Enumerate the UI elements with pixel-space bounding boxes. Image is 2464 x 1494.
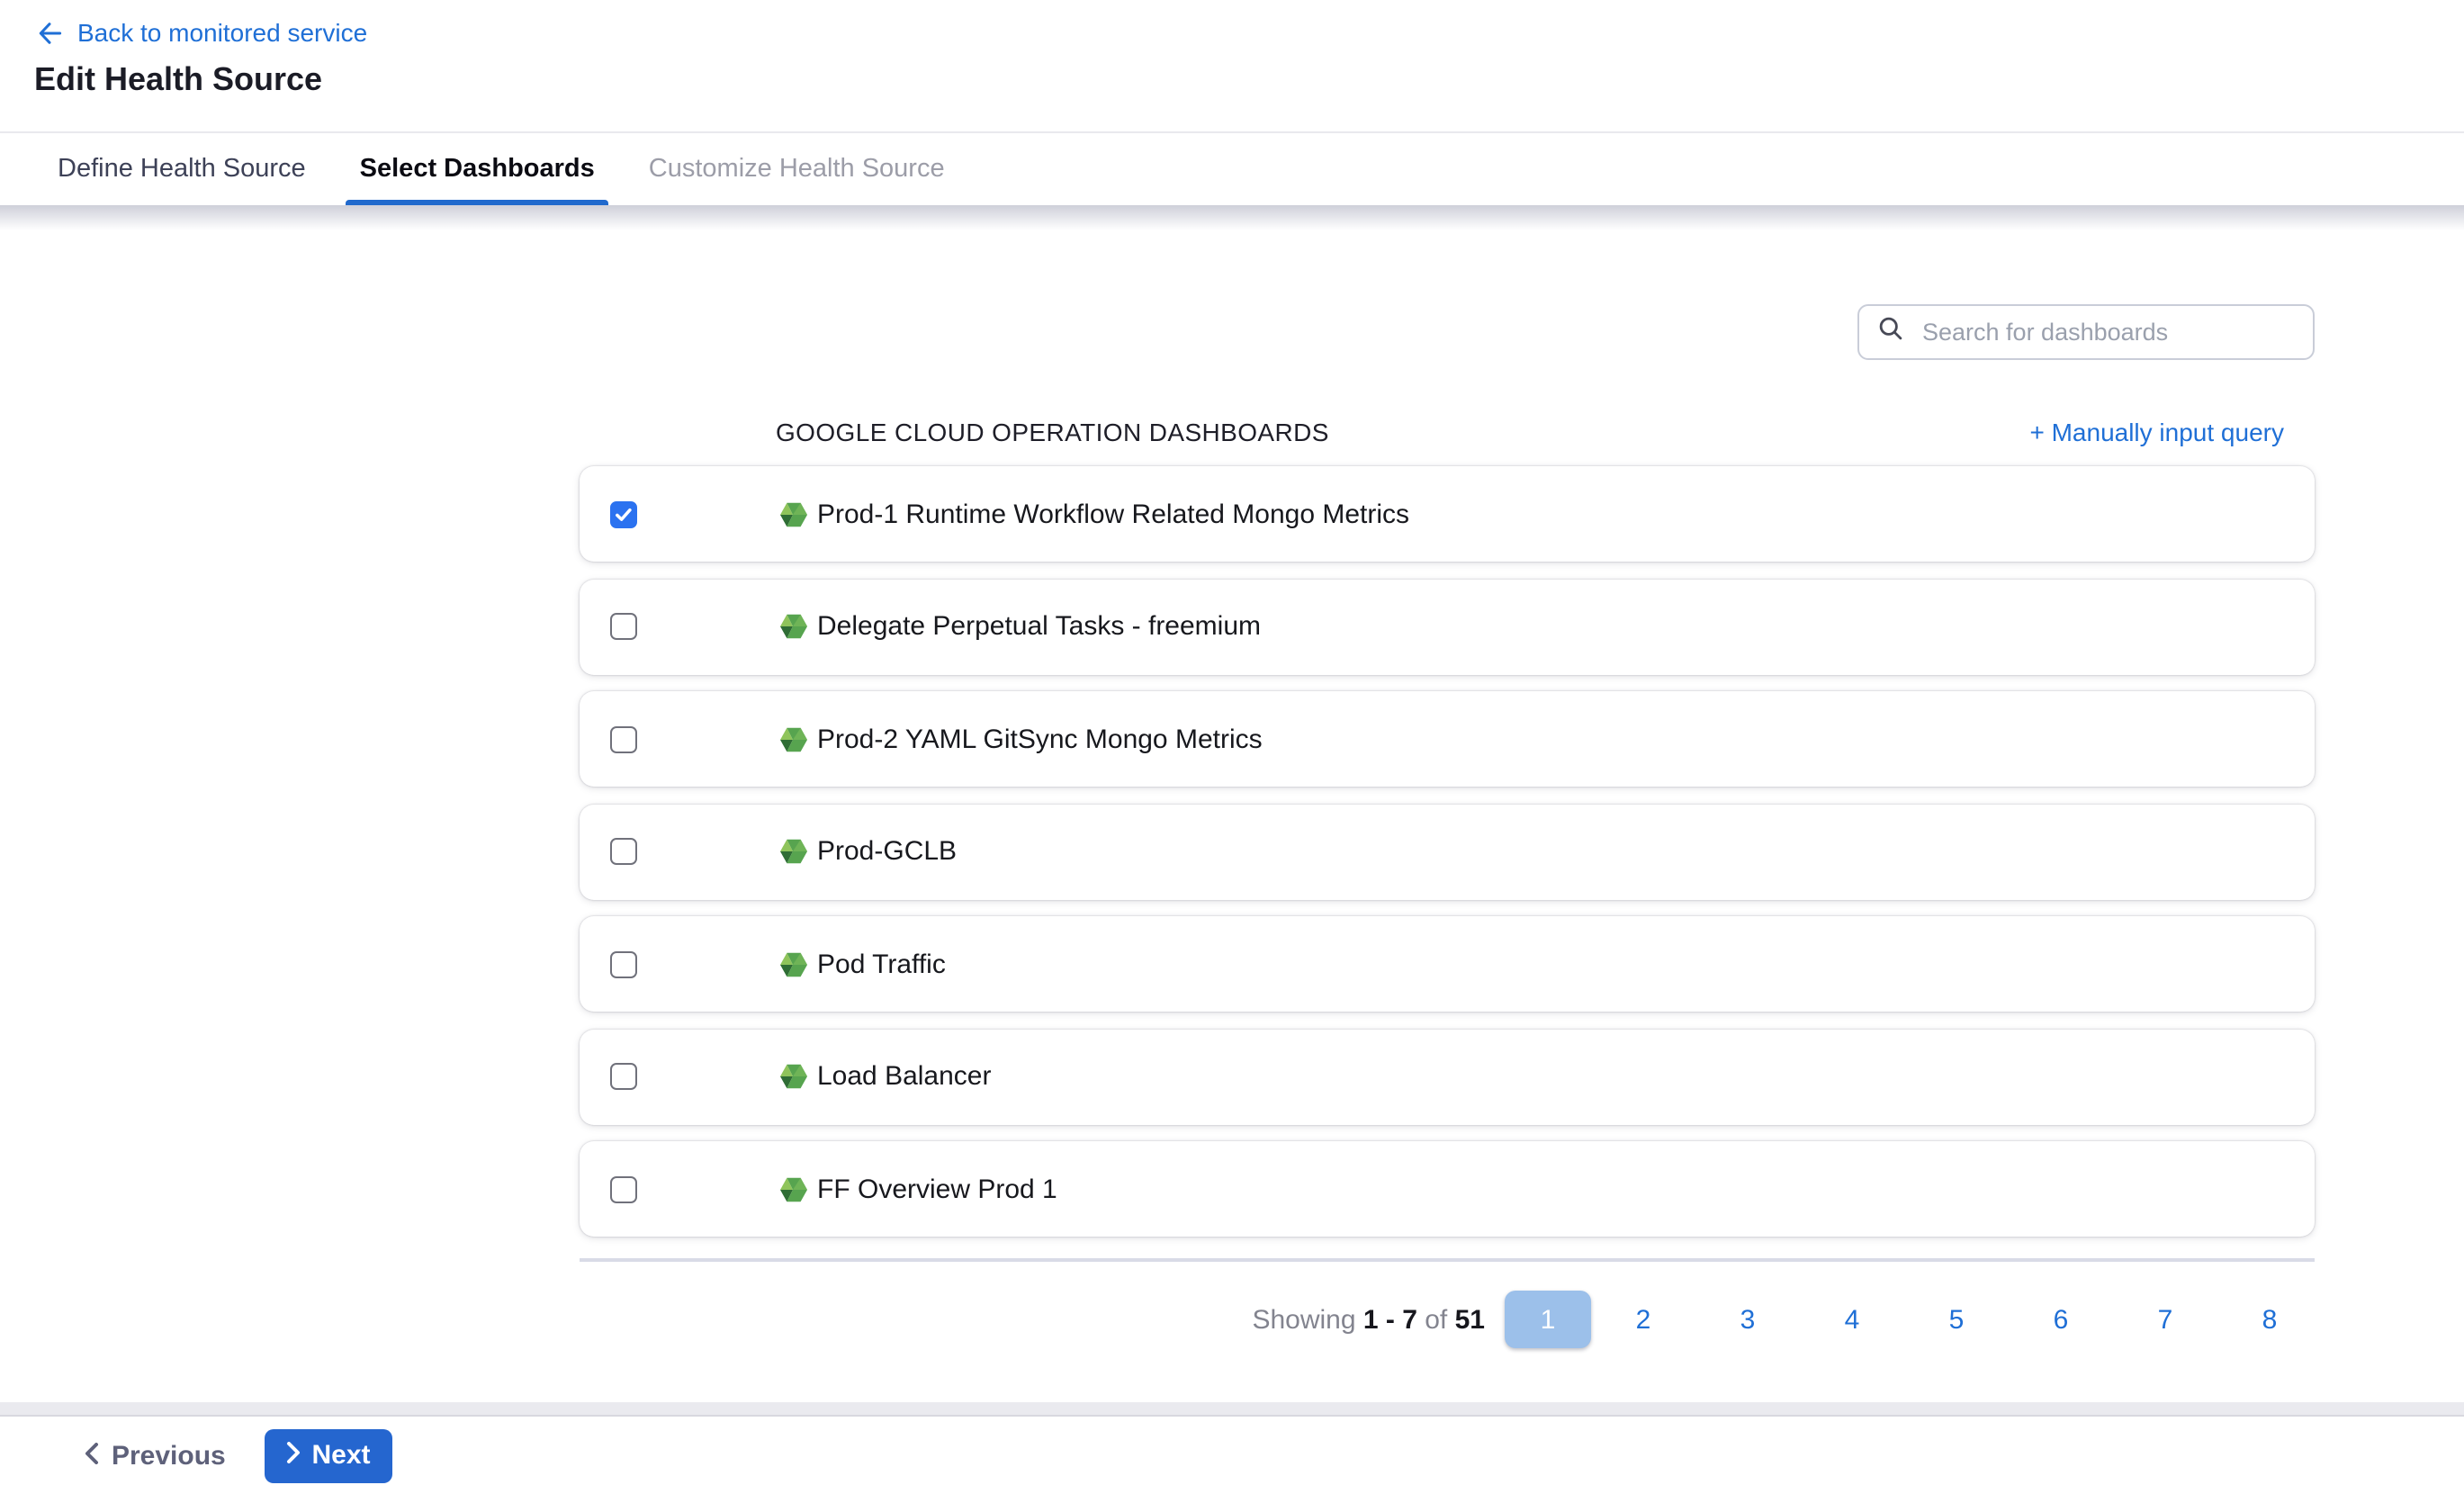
- page-button-3[interactable]: 3: [1695, 1304, 1800, 1335]
- dashboard-name: FF Overview Prod 1: [817, 1174, 1057, 1204]
- wizard-tabbar: Define Health Source Select Dashboards C…: [0, 131, 2464, 205]
- tab-define-health-source[interactable]: Define Health Source: [54, 133, 310, 205]
- dashboard-name: Pod Traffic: [817, 949, 946, 979]
- manually-input-query-link[interactable]: + Manually input query: [2029, 418, 2284, 446]
- of-label: of: [1425, 1304, 1447, 1335]
- search-icon: [1877, 314, 1904, 350]
- dashboard-row[interactable]: Prod-GCLB: [580, 804, 2315, 899]
- next-label: Next: [311, 1440, 370, 1471]
- page-header: Back to monitored service Edit Health So…: [0, 0, 2464, 131]
- tab-customize-health-source[interactable]: Customize Health Source: [645, 133, 949, 205]
- page-button-5[interactable]: 5: [1904, 1304, 2009, 1335]
- tab-select-dashboards[interactable]: Select Dashboards: [356, 133, 598, 205]
- page-title: Edit Health Source: [34, 61, 322, 99]
- edit-health-source-page: Back to monitored service Edit Health So…: [0, 0, 2464, 1492]
- list-divider: [580, 1258, 2315, 1262]
- previous-label: Previous: [112, 1440, 226, 1471]
- gcp-dashboard-icon: [779, 1174, 808, 1203]
- page-button-2[interactable]: 2: [1591, 1304, 1695, 1335]
- dashboard-row[interactable]: FF Overview Prod 1: [580, 1141, 2315, 1237]
- dashboard-search-box[interactable]: [1857, 304, 2315, 360]
- dashboard-checkbox[interactable]: [610, 950, 637, 977]
- dashboard-checkbox[interactable]: [610, 725, 637, 752]
- dashboard-name: Delegate Perpetual Tasks - freemium: [817, 611, 1261, 642]
- dashboard-list: Prod-1 Runtime Workflow Related Mongo Me…: [580, 466, 2315, 1237]
- gcp-dashboard-icon: [779, 837, 808, 866]
- gcp-dashboard-icon: [779, 950, 808, 978]
- showing-range: 1 - 7: [1363, 1304, 1417, 1335]
- dashboard-row[interactable]: Prod-2 YAML GitSync Mongo Metrics: [580, 691, 2315, 787]
- dashboard-checkbox[interactable]: [610, 613, 637, 640]
- dashboard-checkbox[interactable]: [610, 1175, 637, 1202]
- gcp-dashboard-icon: [779, 500, 808, 528]
- total-count: 51: [1455, 1304, 1485, 1335]
- dashboard-checkbox[interactable]: [610, 500, 637, 527]
- dashboard-row[interactable]: Load Balancer: [580, 1029, 2315, 1124]
- page-button-6[interactable]: 6: [2009, 1304, 2113, 1335]
- dashboard-row[interactable]: Delegate Perpetual Tasks - freemium: [580, 579, 2315, 674]
- back-arrow-icon: [36, 19, 63, 46]
- dashboard-row[interactable]: Pod Traffic: [580, 916, 2315, 1012]
- previous-button[interactable]: Previous: [85, 1440, 226, 1471]
- dashboard-name: Prod-GCLB: [817, 836, 957, 867]
- pagination: Showing 1 - 7 of 51 1 2 3 4 5 6 7 8: [580, 1291, 2322, 1348]
- search-input[interactable]: [1919, 317, 2295, 347]
- showing-label: Showing: [1252, 1304, 1355, 1335]
- page-button-1-active[interactable]: 1: [1505, 1291, 1591, 1348]
- page-button-4[interactable]: 4: [1800, 1304, 1904, 1335]
- dashboard-name: Load Balancer: [817, 1061, 992, 1092]
- list-header: GOOGLE CLOUD OPERATION DASHBOARDS + Manu…: [580, 416, 2315, 452]
- tabbar-shadow: [0, 205, 2464, 230]
- chevron-left-icon: [85, 1440, 99, 1471]
- content-footer-gap: [0, 1402, 2464, 1415]
- dashboard-checkbox[interactable]: [610, 1063, 637, 1090]
- pagination-summary: Showing 1 - 7 of 51: [1252, 1304, 1485, 1335]
- page-footer: Previous Next: [0, 1415, 2464, 1494]
- page-button-7[interactable]: 7: [2113, 1304, 2217, 1335]
- dashboard-checkbox[interactable]: [610, 838, 637, 865]
- back-to-monitored-service-link[interactable]: Back to monitored service: [36, 18, 367, 47]
- dashboard-row[interactable]: Prod-1 Runtime Workflow Related Mongo Me…: [580, 466, 2315, 562]
- next-button[interactable]: Next: [265, 1428, 392, 1482]
- gcp-dashboard-icon: [779, 1062, 808, 1091]
- chevron-right-icon: [286, 1440, 301, 1471]
- dashboard-name: Prod-1 Runtime Workflow Related Mongo Me…: [817, 499, 1409, 529]
- dashboard-name: Prod-2 YAML GitSync Mongo Metrics: [817, 724, 1263, 754]
- page-button-8[interactable]: 8: [2217, 1304, 2322, 1335]
- dashboards-group-title: GOOGLE CLOUD OPERATION DASHBOARDS: [776, 418, 1329, 446]
- back-link-label: Back to monitored service: [77, 18, 367, 47]
- gcp-dashboard-icon: [779, 612, 808, 641]
- gcp-dashboard-icon: [779, 724, 808, 753]
